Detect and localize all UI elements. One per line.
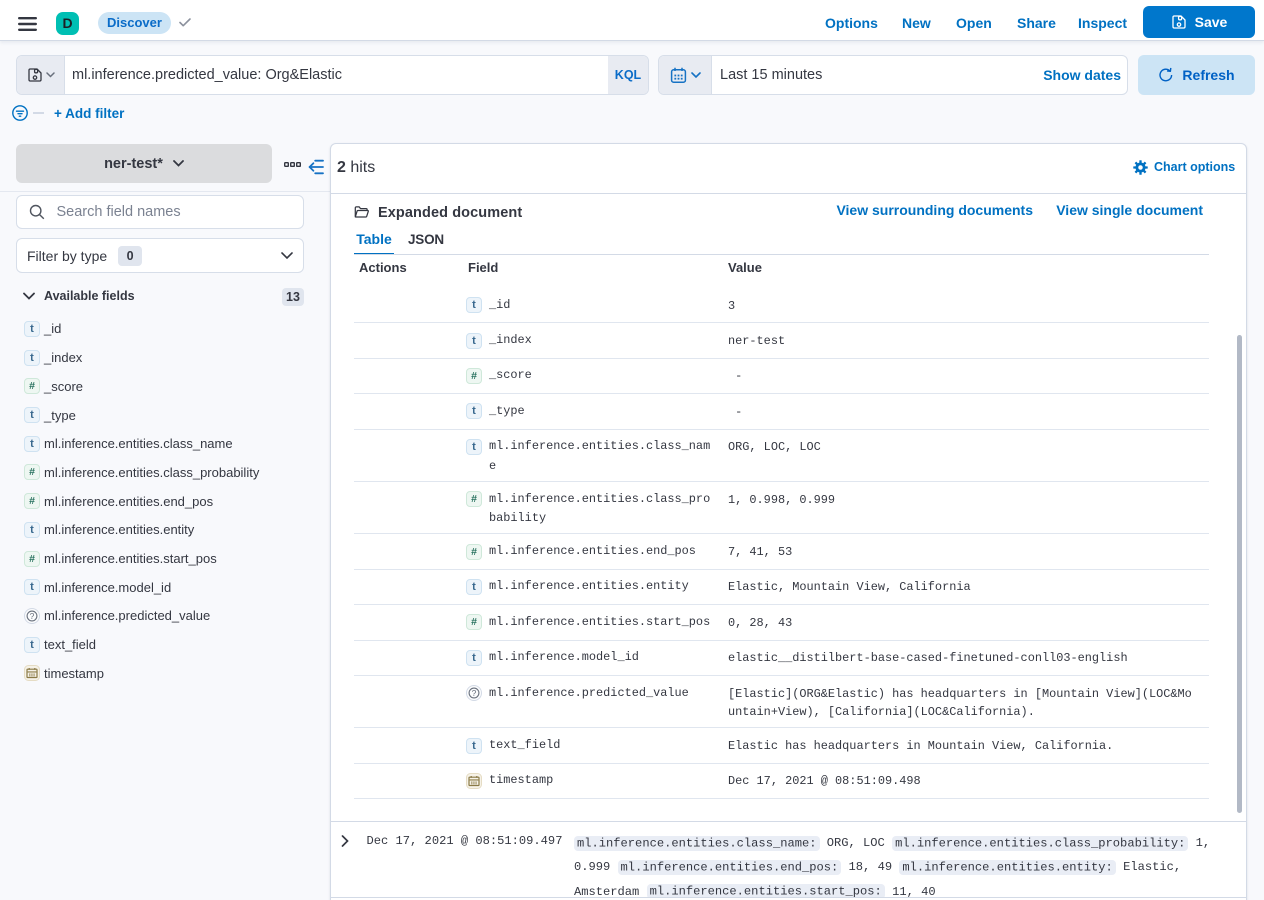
svg-text:?: ?: [472, 688, 477, 698]
svg-text:?: ?: [30, 611, 35, 621]
